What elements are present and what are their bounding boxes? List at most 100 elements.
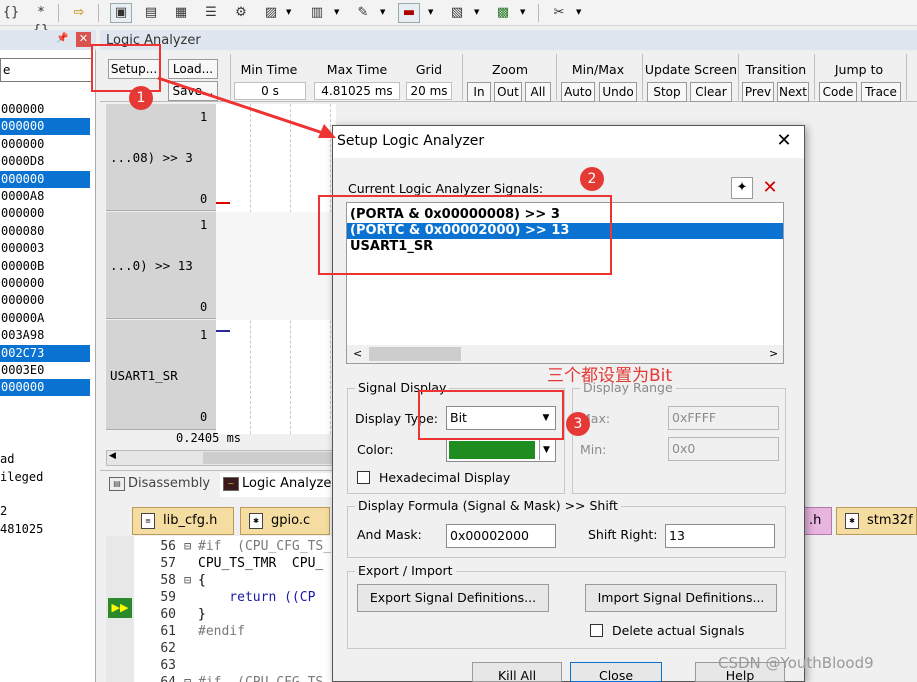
braces-close-icon[interactable]: {} xyxy=(0,3,22,23)
fold-toggle-icon[interactable]: ⊟ xyxy=(184,573,191,587)
chevron-down-icon[interactable]: ▼ xyxy=(539,440,553,460)
serial-window-icon[interactable]: ✎ xyxy=(352,3,374,23)
trace-window-icon[interactable]: ▧ xyxy=(446,3,468,23)
memory-window-icon[interactable]: ▥ xyxy=(306,3,328,23)
import-signal-definitions-button[interactable]: Import Signal Definitions... xyxy=(585,584,777,612)
register-row[interactable]: 000000 xyxy=(0,170,90,188)
register-row[interactable]: 0003E0 xyxy=(0,362,90,379)
group-title: Export / Import xyxy=(355,563,456,578)
min-label: Min: xyxy=(580,442,607,457)
register-row[interactable]: 0000A8 xyxy=(0,188,90,205)
signals-label: Current Logic Analyzer Signals: xyxy=(348,181,544,196)
fold-toggle-icon[interactable]: ⊟ xyxy=(184,539,191,553)
line-number: 61 xyxy=(160,624,176,639)
chevron-down-icon[interactable]: ▼ xyxy=(474,8,479,16)
register-row[interactable]: 000000 xyxy=(0,205,90,222)
logic-analyzer-title: Logic Analyzer xyxy=(100,30,917,50)
file-tab[interactable]: ≡ lib_cfg.h xyxy=(132,507,234,535)
shift-right-input[interactable]: 13 xyxy=(665,524,775,548)
chevron-down-icon[interactable]: ▼ xyxy=(520,8,525,16)
pin-icon[interactable]: 📌 xyxy=(56,33,68,44)
close-button[interactable]: Close xyxy=(570,662,662,682)
analysis-window-icon[interactable]: ▬ xyxy=(398,3,420,23)
register-row[interactable]: 000000 xyxy=(0,379,90,397)
toolbox-icon[interactable]: ✂ xyxy=(548,3,570,23)
signal-row[interactable]: USART1_SR 1 0 xyxy=(106,320,216,430)
arrow-icon[interactable]: ⇨ xyxy=(68,3,90,23)
registers-window-icon[interactable]: ☰ xyxy=(200,3,222,23)
zoom-all-button[interactable]: All xyxy=(525,82,551,102)
hex-display-label: Hexadecimal Display xyxy=(379,470,511,485)
and-mask-input[interactable]: 0x00002000 xyxy=(446,524,556,548)
jump-trace-button[interactable]: Trace xyxy=(861,82,901,102)
minmax-auto-button[interactable]: Auto xyxy=(561,82,595,102)
system-viewer-icon[interactable]: ▩ xyxy=(492,3,514,23)
fold-toggle-icon[interactable]: ⊟ xyxy=(184,675,191,682)
signal-low-label: 0 xyxy=(200,410,208,424)
close-icon[interactable]: ✕ xyxy=(770,128,798,154)
tab-disassembly[interactable]: ▤ Disassembly xyxy=(106,473,216,497)
left-panel-field[interactable]: e xyxy=(0,58,92,82)
register-row[interactable]: 00000B xyxy=(0,258,90,275)
symbols-window-icon[interactable]: ▦ xyxy=(170,3,192,23)
min-field[interactable]: 0x0 xyxy=(668,437,779,461)
register-row[interactable]: 000000 xyxy=(0,275,90,292)
file-tab[interactable]: ✱ gpio.c xyxy=(240,507,330,535)
hex-display-checkbox[interactable] xyxy=(357,471,370,484)
disassembly-window-icon[interactable]: ▤ xyxy=(140,3,162,23)
command-window-icon[interactable]: ▣ xyxy=(110,3,132,23)
code-line: return ((CP xyxy=(198,590,316,605)
zoom-in-button[interactable]: In xyxy=(467,82,491,102)
register-row[interactable]: 0000D8 xyxy=(0,153,90,170)
chevron-down-icon[interactable]: ▼ xyxy=(286,8,291,16)
prev-button[interactable]: Prev xyxy=(742,82,774,102)
close-icon[interactable]: ✕ xyxy=(76,32,91,47)
horizontal-scrollbar[interactable]: ◀ xyxy=(106,450,336,466)
stop-button[interactable]: Stop xyxy=(647,82,687,102)
max-field[interactable]: 0xFFFF xyxy=(668,406,779,430)
new-signal-icon[interactable]: ✦ xyxy=(731,177,753,199)
file-tab[interactable]: ✱ stm32f xyxy=(836,507,917,535)
delete-signal-icon[interactable]: ✕ xyxy=(758,177,782,199)
scrollbar-thumb[interactable] xyxy=(203,452,333,464)
register-row[interactable]: 000000 xyxy=(0,101,90,118)
signal-row[interactable]: ...0) >> 13 1 0 xyxy=(106,212,216,319)
chevron-down-icon[interactable]: ▼ xyxy=(334,8,339,16)
code-line: { xyxy=(198,573,206,588)
tab-logic-analyzer[interactable]: ~ Logic Analyzer xyxy=(220,473,340,497)
watch-window-icon[interactable]: ▨ xyxy=(260,3,282,23)
scroll-left-icon[interactable]: ◀ xyxy=(109,451,116,461)
file-tab[interactable]: .h xyxy=(804,507,832,535)
register-row[interactable]: 00000A xyxy=(0,310,90,327)
register-row[interactable]: 000003 xyxy=(0,240,90,257)
chevron-down-icon[interactable]: ▼ xyxy=(576,8,581,16)
export-signal-definitions-button[interactable]: Export Signal Definitions... xyxy=(357,584,549,612)
annotation-badge: 2 xyxy=(580,167,604,191)
register-row[interactable]: 000000 xyxy=(0,118,90,136)
chevron-down-icon[interactable]: ▼ xyxy=(380,8,385,16)
register-row[interactable]: 000000 xyxy=(0,136,90,153)
scrollbar-thumb[interactable] xyxy=(369,347,461,361)
code-line: #if (CPU_CFG_TS_ xyxy=(198,539,332,554)
file-icon: ≡ xyxy=(141,513,155,529)
zoom-out-button[interactable]: Out xyxy=(494,82,522,102)
call-stack-icon[interactable]: ⚙ xyxy=(230,3,252,23)
register-row[interactable]: 003A98 xyxy=(0,327,90,344)
jump-code-button[interactable]: Code xyxy=(819,82,857,102)
scroll-right-icon[interactable]: > xyxy=(769,347,778,360)
grid-value: 20 ms xyxy=(406,82,452,100)
signal-name: ...0) >> 13 xyxy=(110,258,193,273)
delete-signals-checkbox[interactable] xyxy=(590,624,603,637)
register-row[interactable]: 000080 xyxy=(0,223,90,240)
scroll-left-icon[interactable]: < xyxy=(353,347,362,360)
kill-all-button[interactable]: Kill All xyxy=(472,662,562,682)
chevron-down-icon[interactable]: ▼ xyxy=(428,8,433,16)
clear-button[interactable]: Clear xyxy=(690,82,732,102)
register-row[interactable]: 000000 xyxy=(0,292,90,309)
file-tab-label: .h xyxy=(809,513,822,528)
register-row[interactable]: 002C73 xyxy=(0,344,90,362)
next-button[interactable]: Next xyxy=(777,82,809,102)
color-picker[interactable]: ▼ xyxy=(446,438,556,462)
braces-open-icon[interactable]: *{} xyxy=(30,3,52,38)
minmax-undo-button[interactable]: Undo xyxy=(599,82,637,102)
